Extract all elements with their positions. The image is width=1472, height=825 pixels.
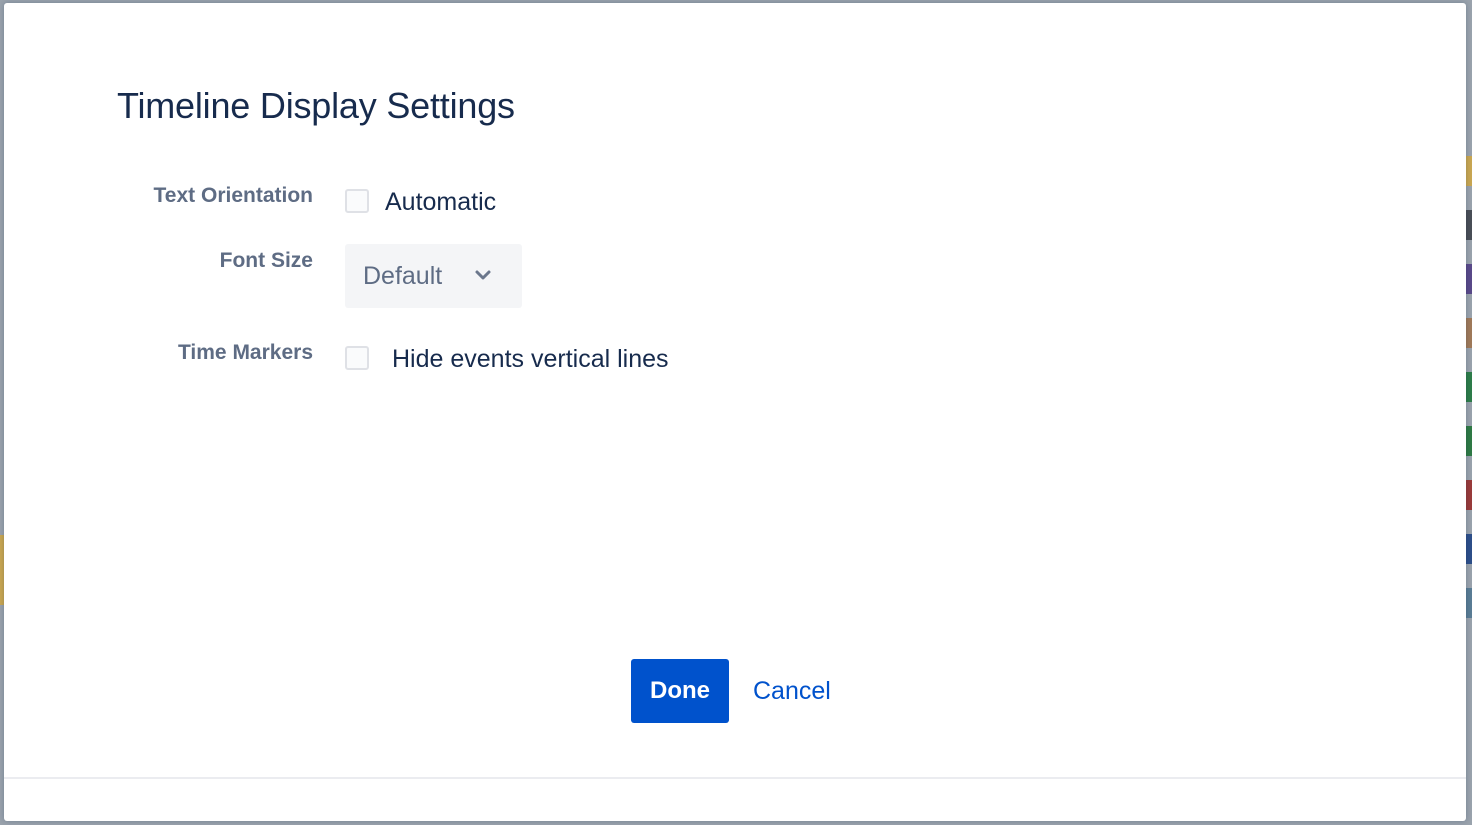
cancel-button[interactable]: Cancel — [753, 677, 831, 706]
background-bar-blue — [1466, 534, 1472, 564]
background-bar-purple — [1466, 264, 1472, 294]
dialog-title: Timeline Display Settings — [117, 85, 515, 126]
time-markers-label: Time Markers — [177, 341, 313, 364]
background-bar-dark — [1466, 210, 1472, 240]
timeline-settings-dialog: Timeline Display Settings Text Orientati… — [4, 3, 1466, 821]
background-bar-green-2 — [1466, 426, 1472, 456]
hide-vertical-lines-checkbox[interactable] — [345, 346, 369, 370]
hide-vertical-lines-label[interactable]: Hide events vertical lines — [392, 345, 669, 374]
background-bar-gold — [1466, 156, 1472, 186]
font-size-select[interactable]: Default — [345, 244, 522, 308]
text-orientation-label: Text Orientation — [153, 184, 313, 207]
font-size-selected-value: Default — [363, 262, 443, 290]
background-bar-slate — [1466, 588, 1472, 618]
background-bar-green — [1466, 372, 1472, 402]
automatic-checkbox[interactable] — [345, 189, 369, 213]
font-size-label: Font Size — [219, 249, 313, 272]
done-button[interactable]: Done — [631, 659, 729, 723]
background-bar-brown — [1466, 318, 1472, 348]
chevron-down-icon — [475, 270, 491, 280]
footer-divider — [4, 777, 1466, 779]
background-bar-red — [1466, 480, 1472, 510]
automatic-checkbox-label[interactable]: Automatic — [385, 188, 496, 217]
